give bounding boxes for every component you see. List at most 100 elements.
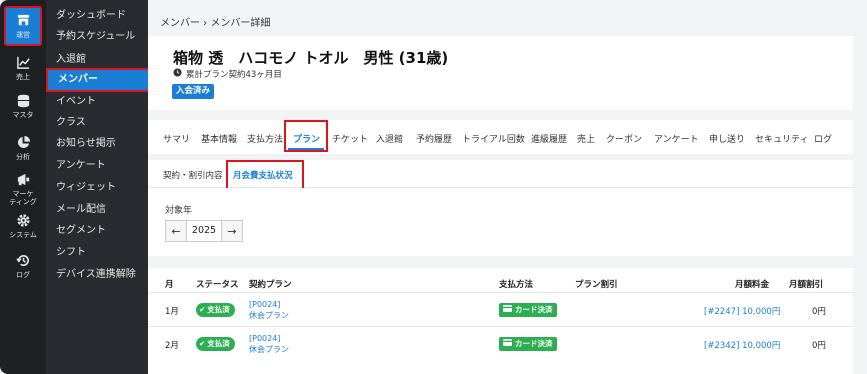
status-text: 支払済	[207, 305, 230, 314]
header-month: 月	[165, 280, 174, 290]
monthly-discount: 0円	[812, 341, 826, 351]
rail-item-system[interactable]: システム	[0, 208, 46, 244]
clock-icon	[173, 68, 182, 80]
arrow-left-icon: ←	[171, 224, 181, 238]
rail-item-log[interactable]: ログ	[0, 248, 46, 284]
header-status: ステータス	[196, 280, 239, 290]
plan-code: [P0024]	[249, 300, 281, 309]
tab-sales[interactable]: 売上	[577, 132, 595, 145]
subtab-contract-discount[interactable]: 契約・割引内容	[163, 169, 223, 181]
rail-item-sales[interactable]: 売上	[0, 50, 46, 86]
submenu-item-member[interactable]: メンバー	[46, 68, 150, 92]
rail-label: ログ	[16, 271, 30, 279]
rail-item-operations[interactable]: 運営	[4, 6, 42, 46]
rail-item-marketing[interactable]: マーケ ティング	[0, 168, 46, 210]
tab-survey[interactable]: アンケート	[654, 132, 699, 145]
table-row: 1月 ✔ 支払済 [P0024] 休会プラン カード決済 [#2247] 10,00…	[148, 292, 853, 326]
monthly-fee-link[interactable]: [#2342] 10,000円	[704, 339, 780, 351]
header-plan: 契約プラン	[249, 280, 292, 290]
submenu-item-shift[interactable]: シフト	[56, 243, 86, 263]
highlight-box-subtab	[226, 160, 304, 190]
member-tabs: サマリ 基本情報 支払方法 プラン チケット 入退館 予約履歴 トライアル回数 …	[148, 120, 853, 154]
monthly-payment-table: 月 ステータス 契約プラン 支払方法 プラン割引 月額料金 月額割引 1月 ✔ 支…	[148, 268, 853, 374]
rail-label: マーケ ティング	[9, 190, 37, 206]
prev-year-button[interactable]: ←	[166, 221, 186, 241]
rail-item-analysis[interactable]: 分析	[0, 130, 46, 166]
payment-text: カード決済	[515, 305, 553, 314]
year-label: 対象年	[165, 206, 193, 216]
tab-payment-method[interactable]: 支払方法	[247, 132, 283, 145]
tab-reservation-history[interactable]: 予約履歴	[416, 132, 452, 145]
tab-handover[interactable]: 申し送り	[709, 132, 745, 145]
submenu-item-segment[interactable]: セグメント	[56, 221, 106, 241]
contract-months: 累計プラン契約43ヶ月目	[186, 70, 282, 80]
icon-rail: 運営 売上 マスタ 分析 マーケ ティング システム ログ	[0, 0, 46, 374]
header-monthly-discount: 月額割引	[789, 280, 824, 290]
monthly-fee-link[interactable]: [#2247] 10,000円	[704, 305, 780, 317]
submenu-item-device-unlink[interactable]: デバイス連携解除	[56, 265, 136, 285]
submenu-item-notice[interactable]: お知らせ掲示	[56, 134, 116, 154]
row-month: 2月	[165, 341, 179, 351]
payment-text: カード決済	[515, 339, 553, 348]
status-text: 支払済	[207, 339, 230, 348]
rail-label: 分析	[16, 153, 30, 161]
tab-log[interactable]: ログ	[814, 132, 832, 145]
tab-basic-info[interactable]: 基本情報	[201, 132, 237, 145]
credit-card-icon	[503, 337, 512, 351]
header-monthly-fee: 月額料金	[735, 280, 770, 290]
contract-info: 累計プラン契約43ヶ月目	[173, 68, 282, 80]
payment-method-badge: カード決済	[499, 337, 557, 351]
rail-label: 売上	[16, 73, 30, 81]
megaphone-icon	[16, 172, 31, 191]
history-icon	[15, 253, 31, 272]
status-badge-paid: ✔ 支払済	[196, 337, 235, 351]
submenu-item-schedule[interactable]: 予約スケジュール	[56, 27, 135, 47]
tab-checkin[interactable]: 入退館	[376, 132, 403, 145]
tab-trial-count[interactable]: トライアル回数	[462, 132, 525, 145]
plan-link[interactable]: [P0024] 休会プラン	[249, 333, 289, 355]
plan-code: [P0024]	[249, 334, 281, 343]
payment-method-badge: カード決済	[499, 303, 557, 317]
operations-submenu: ダッシュボード 予約スケジュール 入退館 メンバー イベント クラス お知らせ掲…	[46, 0, 150, 374]
database-icon	[16, 93, 31, 112]
submenu-item-mail[interactable]: メール配信	[56, 200, 106, 220]
highlight-box-plan-tab	[284, 120, 328, 152]
credit-card-icon	[503, 303, 512, 317]
pie-icon	[16, 135, 31, 154]
rail-label: マスタ	[12, 111, 34, 119]
header-payment-method: 支払方法	[499, 280, 534, 290]
plan-subtabs: 契約・割引内容 月会費支払状況	[148, 160, 853, 190]
check-icon: ✔	[199, 339, 206, 348]
status-badge-paid: ✔ 支払済	[196, 303, 235, 317]
submenu-item-widget[interactable]: ウィジェット	[56, 178, 116, 198]
plan-name: 休会プラン	[249, 311, 289, 320]
rail-item-master[interactable]: マスタ	[0, 88, 46, 124]
tab-security[interactable]: セキュリティ	[755, 132, 808, 145]
year-filter-panel: 対象年 ← 2025 →	[148, 188, 853, 256]
chart-icon	[16, 55, 31, 74]
rail-label: 運営	[16, 31, 30, 39]
plan-name: 休会プラン	[249, 345, 289, 354]
monthly-discount: 0円	[812, 307, 826, 317]
tab-summary[interactable]: サマリ	[163, 132, 190, 145]
year-stepper: ← 2025 →	[165, 220, 243, 242]
tab-coupon[interactable]: クーポン	[606, 132, 642, 145]
row-month: 1月	[165, 307, 179, 317]
breadcrumb[interactable]: メンバー › メンバー詳細	[160, 14, 270, 29]
arrow-right-icon: →	[227, 224, 237, 238]
submenu-item-event[interactable]: イベント	[56, 92, 96, 112]
year-value[interactable]: 2025	[186, 221, 222, 241]
tab-ticket[interactable]: チケット	[332, 132, 368, 145]
submenu-item-class[interactable]: クラス	[56, 113, 86, 133]
submenu-item-survey[interactable]: アンケート	[56, 156, 106, 176]
main-content: メンバー › メンバー詳細 箱物 透 ハコモノ トオル 男性 (31歳) 累計プ…	[148, 0, 867, 374]
gear-icon	[16, 213, 31, 232]
app-window: 運営 売上 マスタ 分析 マーケ ティング システム ログ ダッシュボード 予約…	[0, 0, 867, 374]
next-year-button[interactable]: →	[222, 221, 242, 241]
member-title: 箱物 透 ハコモノ トオル 男性 (31歳)	[173, 49, 449, 67]
tab-promotion-history[interactable]: 進級履歴	[531, 132, 567, 145]
header-plan-discount: プラン割引	[575, 280, 618, 290]
submenu-item-dashboard[interactable]: ダッシュボード	[56, 6, 126, 26]
plan-link[interactable]: [P0024] 休会プラン	[249, 299, 289, 321]
submenu-item-checkin[interactable]: 入退館	[56, 50, 86, 70]
